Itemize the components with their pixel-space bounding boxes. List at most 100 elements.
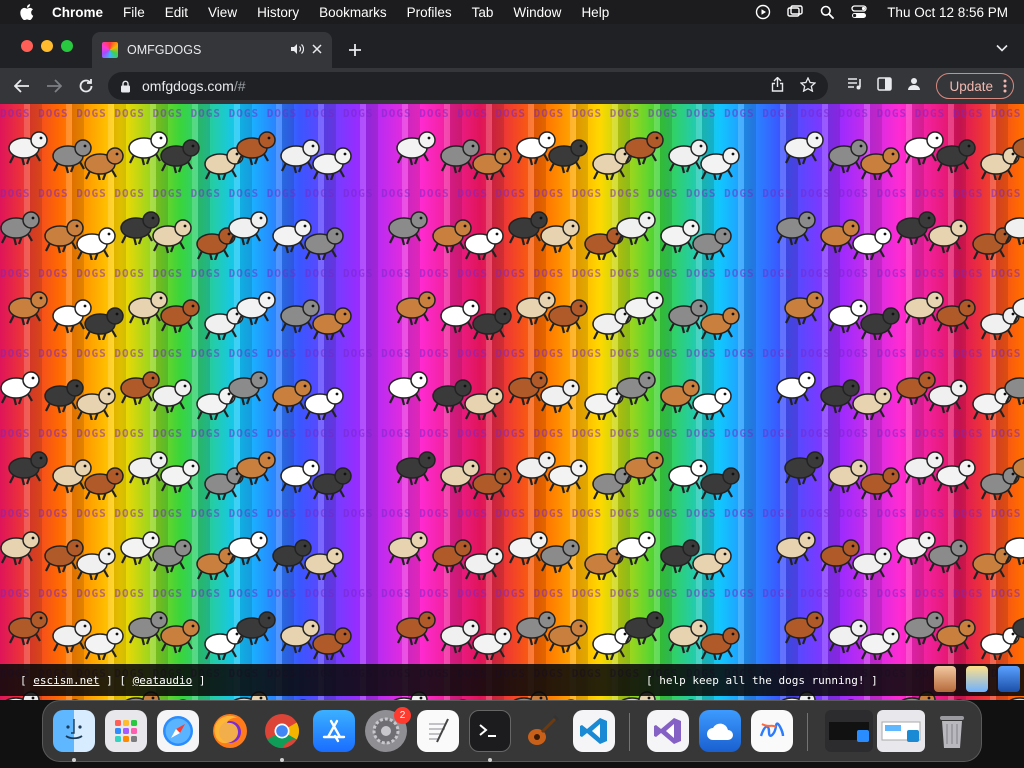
dog-sprite [44, 219, 84, 254]
address-bar[interactable]: omfgdogs.com/# [108, 72, 828, 100]
dog-sprite [508, 371, 548, 406]
terminal-icon [479, 724, 496, 737]
dog-sprite [304, 227, 344, 260]
dog-sprite [540, 539, 580, 574]
dog-sprite [272, 219, 312, 254]
dog-band: DOGS DOGS DOGS DOGS DOGS DOGS DOGS DOGS … [0, 504, 1024, 584]
side-panel-icon[interactable] [877, 76, 893, 96]
profile-icon[interactable] [906, 76, 922, 97]
close-tab-icon[interactable] [312, 43, 322, 57]
address-url[interactable]: omfgdogs.com/# [142, 78, 771, 94]
dock-weather[interactable] [699, 710, 741, 752]
dog-sprite [852, 227, 892, 260]
dog-sprite [860, 307, 900, 340]
dock-firefox[interactable] [209, 710, 251, 752]
dog-sprite [472, 147, 512, 180]
page-footer-bar: [ escism.net ] [ @eataudio ] [ help keep… [0, 664, 1024, 696]
minimize-window-button[interactable] [41, 40, 53, 52]
menu-edit[interactable]: Edit [165, 5, 188, 20]
dock-recent-window-2[interactable] [877, 710, 925, 752]
dog-sprite [584, 387, 624, 420]
dog-sprite [1004, 377, 1024, 406]
tab-omfgdogs[interactable]: OMFGDOGS [92, 32, 332, 68]
chrome-running-indicator [280, 758, 284, 762]
finder-icon [65, 719, 83, 740]
dock-trash[interactable] [931, 710, 973, 752]
dog-sprite [896, 371, 936, 406]
dog-sprite [120, 211, 160, 246]
dog-sprite [396, 451, 436, 486]
footer-avatar-2[interactable] [966, 666, 988, 692]
footer-avatar-3[interactable] [998, 666, 1020, 692]
dog-sprite [76, 227, 116, 260]
menu-window[interactable]: Window [513, 5, 561, 20]
dog-sprite [692, 227, 732, 260]
dock-chrome[interactable] [261, 710, 303, 752]
audio-playing-icon[interactable] [290, 43, 305, 58]
forward-button[interactable] [40, 72, 68, 100]
dog-sprite [120, 371, 160, 406]
vscode-icon [580, 718, 607, 744]
donate-message-link[interactable]: [ help keep all the dogs running! ] [646, 674, 878, 687]
menu-tab[interactable]: Tab [472, 5, 494, 20]
dock-garageband[interactable] [521, 710, 563, 752]
dog-sprite [388, 371, 428, 406]
menu-view[interactable]: View [208, 5, 237, 20]
dog-sprite [548, 459, 588, 494]
apple-icon[interactable] [18, 3, 36, 21]
dog-sprite [76, 547, 116, 580]
dog-sprite [784, 611, 824, 646]
dog-sprite [784, 291, 824, 326]
menu-clock[interactable]: Thu Oct 12 8:56 PM [887, 5, 1008, 20]
menu-file[interactable]: File [123, 5, 145, 20]
screen-mirroring-icon[interactable] [787, 4, 803, 20]
back-button[interactable] [8, 72, 36, 100]
dog-sprite [128, 291, 168, 326]
dog-sprite [120, 531, 160, 566]
control-center-icon[interactable] [851, 4, 867, 20]
menu-help[interactable]: Help [581, 5, 609, 20]
dock-vscode[interactable] [573, 710, 615, 752]
eataudio-link[interactable]: @eataudio [133, 674, 193, 687]
lock-icon[interactable] [120, 79, 132, 93]
dock-launchpad[interactable] [105, 710, 147, 752]
dock-terminal[interactable] [469, 710, 511, 752]
search-icon[interactable] [819, 4, 835, 20]
bookmark-star-icon[interactable] [799, 76, 817, 95]
dog-sprite [584, 547, 624, 580]
launchpad-icon [115, 720, 137, 742]
dog-sprite [84, 147, 124, 180]
dock-system-settings[interactable]: 2 [365, 707, 411, 752]
dock-visual-studio[interactable] [647, 710, 689, 752]
play-icon[interactable] [755, 4, 771, 20]
dog-sprite [700, 627, 740, 660]
menu-app-chrome[interactable]: Chrome [52, 5, 103, 20]
reload-button[interactable] [72, 72, 100, 100]
trash-icon [940, 716, 964, 748]
dock-freeform[interactable] [751, 710, 793, 752]
dog-sprite [896, 211, 936, 246]
update-button[interactable]: Update [936, 73, 1014, 99]
dog-sprite [700, 147, 740, 180]
dock-recent-window-1[interactable] [825, 710, 873, 752]
menu-bookmarks[interactable]: Bookmarks [319, 5, 387, 20]
share-icon[interactable] [771, 76, 784, 95]
escism-link[interactable]: escism.net [33, 674, 99, 687]
menu-history[interactable]: History [257, 5, 299, 20]
dock-safari[interactable] [157, 710, 199, 752]
chevron-down-icon [996, 44, 1008, 52]
dock-finder[interactable] [53, 710, 95, 752]
dock-textedit[interactable] [417, 710, 459, 752]
footer-avatar-1[interactable] [934, 666, 956, 692]
dog-sprite [828, 299, 868, 334]
menu-profiles[interactable]: Profiles [407, 5, 452, 20]
reload-icon [79, 79, 93, 93]
tab-search-button[interactable] [994, 42, 1010, 54]
new-tab-button[interactable] [345, 40, 365, 60]
update-button-label: Update [949, 78, 993, 94]
zoom-window-button[interactable] [61, 40, 73, 52]
dog-sprite [84, 467, 124, 500]
media-queue-icon[interactable] [847, 77, 863, 96]
dock-app-store[interactable] [313, 710, 355, 752]
close-window-button[interactable] [21, 40, 33, 52]
